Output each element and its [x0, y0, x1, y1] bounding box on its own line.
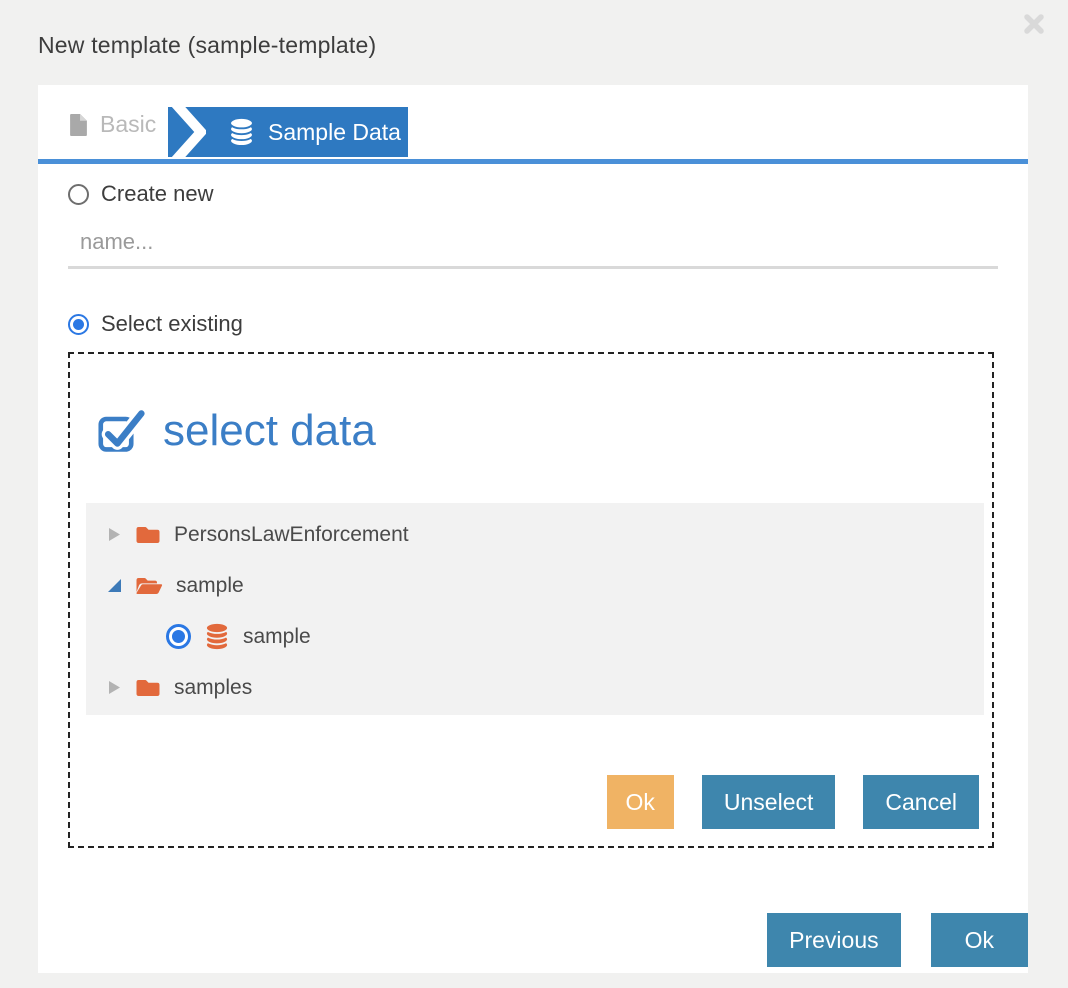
name-input[interactable]	[68, 221, 998, 269]
tab-arrow-separator	[170, 107, 206, 157]
database-icon	[228, 118, 255, 147]
file-icon	[68, 112, 89, 138]
tree-item-radio-selected[interactable]	[166, 624, 191, 649]
tab-sample-data-label: Sample Data	[268, 119, 401, 146]
data-tree: PersonsLawEnforcement sample	[86, 503, 984, 715]
tree-row-sample-folder[interactable]: sample	[86, 560, 984, 611]
data-picker-panel: select data PersonsLawEnforcement	[68, 352, 994, 848]
previous-button[interactable]: Previous	[767, 913, 900, 967]
close-icon[interactable]	[1022, 12, 1046, 36]
tab-basic[interactable]: Basic	[68, 111, 156, 138]
create-new-radio-row[interactable]: Create new	[68, 181, 214, 207]
tree-row-label: PersonsLawEnforcement	[174, 523, 409, 547]
caret-right-icon[interactable]	[108, 681, 122, 695]
picker-ok-button[interactable]: Ok	[607, 775, 674, 829]
folder-icon	[135, 525, 161, 545]
select-data-heading: select data	[98, 406, 376, 456]
tab-sample-data[interactable]: Sample Data	[168, 107, 408, 157]
create-new-label: Create new	[101, 181, 214, 207]
tree-row-label: sample	[176, 574, 244, 598]
check-square-icon	[98, 409, 146, 453]
database-icon	[204, 623, 230, 651]
folder-open-icon	[135, 576, 163, 596]
wizard-tab-strip: Basic Sample Data	[38, 85, 1028, 164]
new-template-dialog: Basic Sample Data Create new	[38, 85, 1028, 973]
page-title: New template (sample-template)	[38, 32, 376, 59]
close-x-glyph	[1022, 12, 1046, 36]
tree-row-sample-data[interactable]: sample	[86, 611, 984, 662]
caret-right-icon[interactable]	[108, 528, 122, 542]
caret-open-icon[interactable]	[108, 579, 122, 593]
tab-basic-label: Basic	[100, 111, 156, 138]
tree-row-label: samples	[174, 676, 252, 700]
select-existing-radio-row[interactable]: Select existing	[68, 311, 243, 337]
tree-row-personslawenforcement[interactable]: PersonsLawEnforcement	[86, 509, 984, 560]
create-new-radio[interactable]	[68, 184, 89, 205]
select-existing-radio[interactable]	[68, 314, 89, 335]
select-existing-label: Select existing	[101, 311, 243, 337]
ok-button[interactable]: Ok	[931, 913, 1028, 967]
unselect-button[interactable]: Unselect	[702, 775, 835, 829]
folder-icon	[135, 678, 161, 698]
picker-button-row: Ok Unselect Cancel	[607, 775, 979, 829]
picker-cancel-button[interactable]: Cancel	[863, 775, 979, 829]
tree-row-samples[interactable]: samples	[86, 662, 984, 713]
select-data-heading-label: select data	[163, 406, 376, 456]
wizard-footer-button-row: Previous Ok	[767, 913, 1028, 967]
tree-row-label: sample	[243, 625, 311, 649]
